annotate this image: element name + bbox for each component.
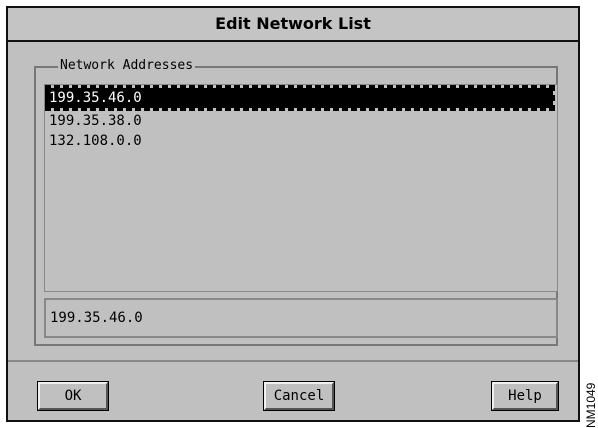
cancel-button[interactable]: Cancel <box>263 381 335 411</box>
button-separator <box>8 360 578 362</box>
ok-button[interactable]: OK <box>37 381 109 411</box>
figure-id-text: NM1049 <box>584 382 598 428</box>
help-button[interactable]: Help <box>491 381 559 411</box>
network-addresses-label: Network Addresses <box>58 58 196 74</box>
network-address-list[interactable]: 199.35.46.0 199.35.38.0 132.108.0.0 <box>44 84 558 292</box>
address-input[interactable] <box>50 304 550 332</box>
list-item-selected[interactable]: 199.35.46.0 <box>45 88 553 108</box>
edit-network-list-dialog: Edit Network List Network Addresses 199.… <box>6 6 580 422</box>
list-item[interactable]: 199.35.38.0 <box>49 111 142 131</box>
address-entry-field[interactable] <box>44 298 558 338</box>
dialog-title: Edit Network List <box>8 8 578 42</box>
figure-id-label: NM1049 <box>584 370 598 428</box>
list-item[interactable]: 132.108.0.0 <box>49 131 142 151</box>
